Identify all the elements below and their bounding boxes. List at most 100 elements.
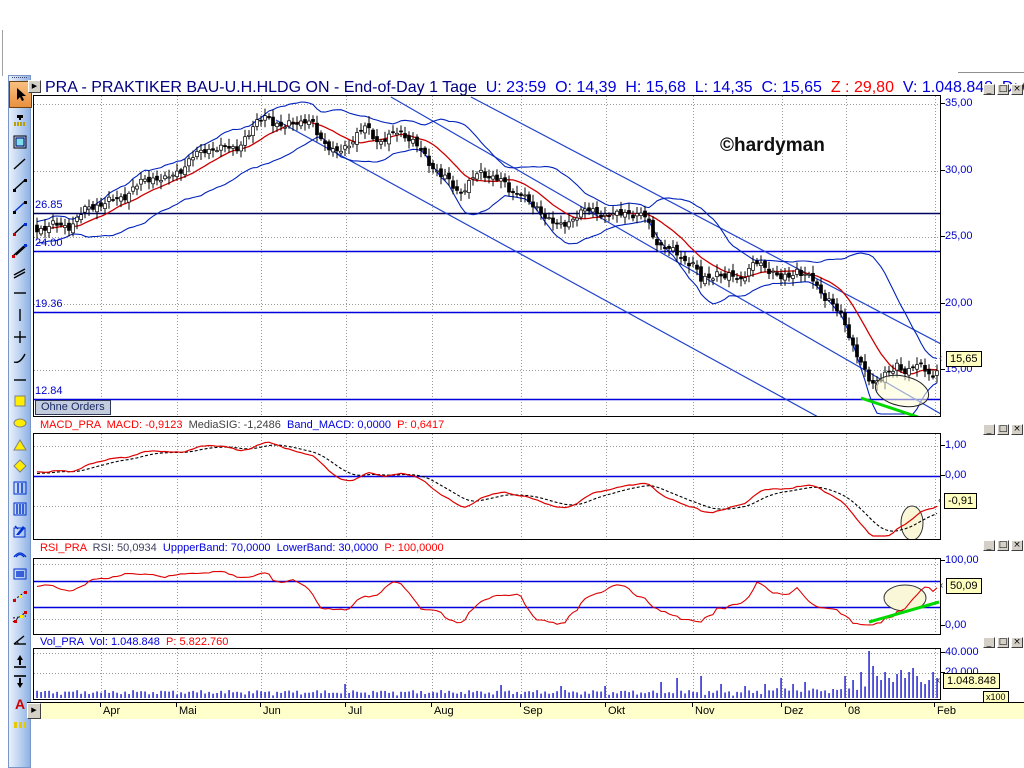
- tool-level-line[interactable]: [10, 370, 29, 389]
- multi-point-line-icon: [12, 609, 28, 625]
- regression-line-icon: [12, 221, 28, 237]
- tool-horizontal-line[interactable]: [10, 284, 29, 303]
- tool-cross-line[interactable]: [10, 327, 29, 346]
- vol-minimize-button[interactable]: _: [983, 637, 995, 648]
- zoom-box-icon: [12, 134, 28, 150]
- highlight-marker-icon: [12, 717, 28, 733]
- cross-line-icon: [12, 329, 28, 345]
- month-tick: [781, 702, 782, 707]
- macd-header-segment: MACD_PRA: [40, 419, 107, 431]
- tool-trend-line[interactable]: [10, 154, 29, 173]
- tool-chart-edit[interactable]: [10, 521, 29, 540]
- vertical-line-icon: [12, 307, 28, 323]
- last-price-box: 15,65: [946, 351, 982, 367]
- volume-value-box: 1.048.848: [943, 673, 1000, 689]
- level-line-icon: [12, 372, 28, 388]
- month-label: Feb: [937, 705, 956, 717]
- arrow-down-tool-icon: [12, 674, 28, 690]
- chart-collapse-button[interactable]: ▶: [28, 80, 41, 93]
- tool-zoom-box[interactable]: [10, 133, 29, 152]
- rsi-header: RSI_PRA RSI: 50,0934 UppperBand: 70,0000…: [40, 542, 444, 554]
- tool-point-line[interactable]: [10, 586, 29, 605]
- tool-triangle-shape[interactable]: [10, 435, 29, 454]
- text-label-icon: A: [12, 696, 28, 712]
- month-tick: [260, 702, 261, 707]
- rsi-axis-label: 0,00: [945, 619, 966, 631]
- title-segment: PRA - PRAKTIKER BAU-U.H.HLDG ON - End-of…: [45, 79, 486, 96]
- month-label: Jul: [348, 705, 362, 717]
- rsi-minimize-button[interactable]: _: [983, 540, 995, 551]
- tool-bars-compare-3[interactable]: [10, 500, 29, 519]
- tool-regression-channel[interactable]: [10, 241, 29, 260]
- tool-trend-line-points[interactable]: [10, 176, 29, 195]
- fan-lines-icon: [12, 545, 28, 561]
- macd-close-button[interactable]: ×: [1011, 424, 1023, 435]
- app-window: A ▶ PRA - PRAKTIKER BAU-U.H.HLDG ON - En…: [0, 0, 1024, 768]
- tool-curve-tool[interactable]: [10, 349, 29, 368]
- main-close-button[interactable]: ×: [1011, 84, 1023, 95]
- month-label: Mai: [179, 705, 197, 717]
- month-label: 08: [848, 705, 860, 717]
- macd-header-segment: MediaSIG: -1,2486: [189, 419, 287, 431]
- month-label: Okt: [608, 705, 625, 717]
- macd-minimize-button[interactable]: _: [983, 424, 995, 435]
- tool-arrow-up-tool[interactable]: [10, 651, 29, 670]
- level-label: 19.36: [35, 298, 63, 310]
- macd-plot[interactable]: [33, 433, 941, 540]
- bars-compare-2-icon: [12, 480, 28, 496]
- volume-plot[interactable]: [33, 648, 941, 700]
- pin-chart-icon: [12, 113, 28, 129]
- tool-ellipse-shape[interactable]: [10, 413, 29, 432]
- rsi-axis-label: 100,00: [945, 554, 979, 566]
- month-label: Apr: [103, 705, 120, 717]
- time-axis-scroll-button[interactable]: ▶: [27, 703, 41, 719]
- tool-bars-compare-2[interactable]: [10, 478, 29, 497]
- tool-pin-chart[interactable]: [10, 111, 29, 130]
- bars-compare-3-icon: [12, 501, 28, 517]
- watermark: ©hardyman: [720, 135, 825, 157]
- horizontal-line-icon: [12, 285, 28, 301]
- rsi-plot[interactable]: [33, 558, 941, 635]
- point-line-icon: [12, 588, 28, 604]
- main-axis-label: 30,00: [945, 164, 973, 176]
- vol-maximize-button[interactable]: □: [997, 637, 1009, 648]
- rsi-maximize-button[interactable]: □: [997, 540, 1009, 551]
- tool-angle-tool[interactable]: [10, 629, 29, 648]
- tool-diamond-shape[interactable]: [10, 457, 29, 476]
- triangle-shape-icon: [12, 437, 28, 453]
- main-minimize-button[interactable]: _: [983, 84, 995, 95]
- trend-line-icon: [12, 156, 28, 172]
- arrow-up-tool-icon: [12, 653, 28, 669]
- tool-vertical-line[interactable]: [10, 305, 29, 324]
- vol-close-button[interactable]: ×: [1011, 637, 1023, 648]
- rsi-header-segment: RSI: 50,0934: [93, 542, 163, 554]
- vol-marker-arrow: ‹: [937, 675, 940, 686]
- level-label: 26.85: [35, 199, 63, 211]
- tool-arrow-down-tool[interactable]: [10, 673, 29, 692]
- macd-axis-label: 0,00: [945, 469, 966, 481]
- rsi-marker-arrow: ‹: [940, 580, 943, 591]
- main-maximize-button[interactable]: □: [997, 84, 1009, 95]
- tool-trend-line-blue[interactable]: [10, 197, 29, 216]
- main-axis-label: 20,00: [945, 297, 973, 309]
- rsi-header-segment: RSI_PRA: [40, 542, 93, 554]
- tool-fan-lines[interactable]: [10, 543, 29, 562]
- volume-unit-box: x100: [983, 691, 1009, 703]
- vol-header-segment: Vol_PRA: [40, 636, 90, 648]
- rsi-close-button[interactable]: ×: [1011, 540, 1023, 551]
- tool-parallel-lines[interactable]: [10, 262, 29, 281]
- vol-axis-label: 40.000: [945, 646, 979, 658]
- orders-status-label[interactable]: Ohne Orders: [35, 400, 111, 415]
- month-label: Aug: [434, 705, 454, 717]
- month-label: Nov: [695, 705, 715, 717]
- month-tick: [845, 702, 846, 707]
- month-tick: [605, 702, 606, 707]
- month-tick: [100, 702, 101, 707]
- tool-text-block[interactable]: [10, 565, 29, 584]
- diamond-shape-icon: [12, 458, 28, 474]
- macd-maximize-button[interactable]: □: [997, 424, 1009, 435]
- tool-multi-point-line[interactable]: [10, 608, 29, 627]
- tool-rectangle-shape[interactable]: [10, 392, 29, 411]
- tool-regression-line[interactable]: [10, 219, 29, 238]
- level-label: 24.00: [35, 237, 63, 249]
